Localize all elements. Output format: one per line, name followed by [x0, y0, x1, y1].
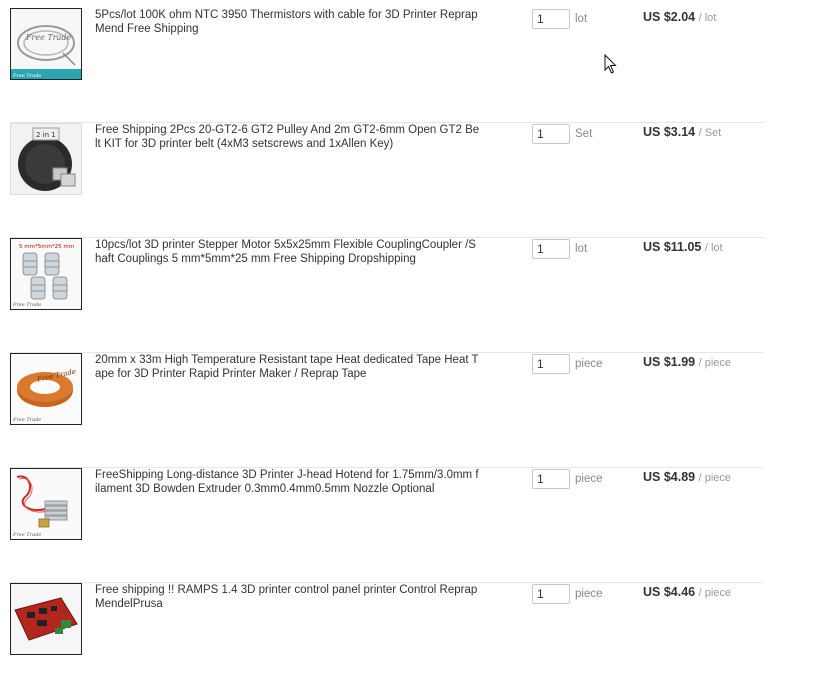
price-per-unit: / Set	[698, 127, 722, 139]
price-per-unit: / lot	[698, 12, 717, 24]
hotend-extruder-icon: Free Trade	[11, 469, 81, 539]
price-amount: US $2.04	[643, 10, 696, 24]
thumbnail-caption: Free Trade	[12, 302, 41, 308]
list-item: Free Trade FreeShipping Long-distance 3D…	[10, 468, 763, 583]
unit-price: US $3.14 / Set	[643, 125, 721, 139]
unit-price: US $1.99 / piece	[643, 355, 731, 369]
quantity-unit: piece	[575, 473, 603, 485]
product-title-link[interactable]: Free shipping !! RAMPS 1.4 3D printer co…	[95, 583, 480, 611]
unit-price: US $4.89 / piece	[643, 470, 731, 484]
gt2-belt-pulley-icon: 2 in 1	[11, 124, 81, 194]
price-per-unit: / piece	[698, 472, 732, 484]
list-item: Free Trade Free Trade 20mm x 33m High Te…	[10, 353, 763, 468]
product-title-link[interactable]: Free Shipping 2Pcs 20-GT2-6 GT2 Pulley A…	[95, 123, 480, 151]
product-thumbnail[interactable]: Free Trade Free Trade	[10, 8, 82, 80]
price-amount: US $1.99	[643, 355, 696, 369]
product-thumbnail[interactable]: Free Trade Free Trade	[10, 353, 82, 425]
ramps-board-icon	[11, 584, 81, 654]
quantity-unit: lot	[575, 13, 588, 25]
quantity-unit: Set	[575, 128, 593, 140]
quantity-input[interactable]	[532, 239, 570, 259]
quantity-unit: piece	[575, 358, 603, 370]
thumbnail-caption: Free Trade	[13, 73, 41, 79]
price-per-unit: / piece	[698, 587, 732, 599]
thumbnail-watermark: Free Trade	[25, 33, 71, 42]
unit-price: US $4.46 / piece	[643, 585, 731, 599]
price-amount: US $11.05	[643, 240, 702, 254]
price-per-unit: / piece	[698, 357, 732, 369]
price-per-unit: / lot	[704, 242, 723, 254]
kapton-tape-icon: Free Trade Free Trade	[11, 354, 81, 424]
quantity-input[interactable]	[532, 124, 570, 144]
price-amount: US $3.14	[643, 125, 696, 139]
flexible-coupler-icon: 5 mm*5mm*25 mm Free Trade	[11, 239, 81, 309]
quantity-input[interactable]	[532, 469, 570, 489]
price-amount: US $4.46	[643, 585, 696, 599]
quantity-input[interactable]	[532, 584, 570, 604]
thermistor-cable-icon: Free Trade Free Trade	[11, 9, 81, 79]
quantity-unit: piece	[575, 588, 603, 600]
product-title-link[interactable]: FreeShipping Long-distance 3D Printer J-…	[95, 468, 480, 496]
mouse-pointer-icon	[604, 54, 617, 74]
list-item: 2 in 1 Free Shipping 2Pcs 20-GT2-6 GT2 P…	[10, 123, 763, 238]
product-thumbnail[interactable]: Free Trade	[10, 468, 82, 540]
product-thumbnail[interactable]	[10, 583, 82, 655]
quantity-input[interactable]	[532, 9, 570, 29]
product-thumbnail[interactable]: 5 mm*5mm*25 mm Free Trade	[10, 238, 82, 310]
product-title-link[interactable]: 5Pcs/lot 100K ohm NTC 3950 Thermistors w…	[95, 8, 480, 36]
list-item: Free shipping !! RAMPS 1.4 3D printer co…	[10, 583, 763, 697]
thumbnail-watermark: 2 in 1	[36, 131, 56, 139]
product-title-link[interactable]: 10pcs/lot 3D printer Stepper Motor 5x5x2…	[95, 238, 480, 266]
unit-price: US $2.04 / lot	[643, 10, 716, 24]
thumbnail-watermark: 5 mm*5mm*25 mm	[19, 244, 74, 250]
thumbnail-caption: Free Trade	[12, 417, 41, 423]
quantity-input[interactable]	[532, 354, 570, 374]
unit-price: US $11.05 / lot	[643, 240, 723, 254]
price-amount: US $4.89	[643, 470, 696, 484]
list-item: 5 mm*5mm*25 mm Free Trade 10pcs/lot 3D p…	[10, 238, 763, 353]
product-thumbnail[interactable]: 2 in 1	[10, 123, 82, 195]
quantity-unit: lot	[575, 243, 588, 255]
list-item: Free Trade Free Trade 5Pcs/lot 100K ohm …	[10, 8, 763, 123]
thumbnail-caption: Free Trade	[12, 532, 41, 538]
product-title-link[interactable]: 20mm x 33m High Temperature Resistant ta…	[95, 353, 480, 381]
